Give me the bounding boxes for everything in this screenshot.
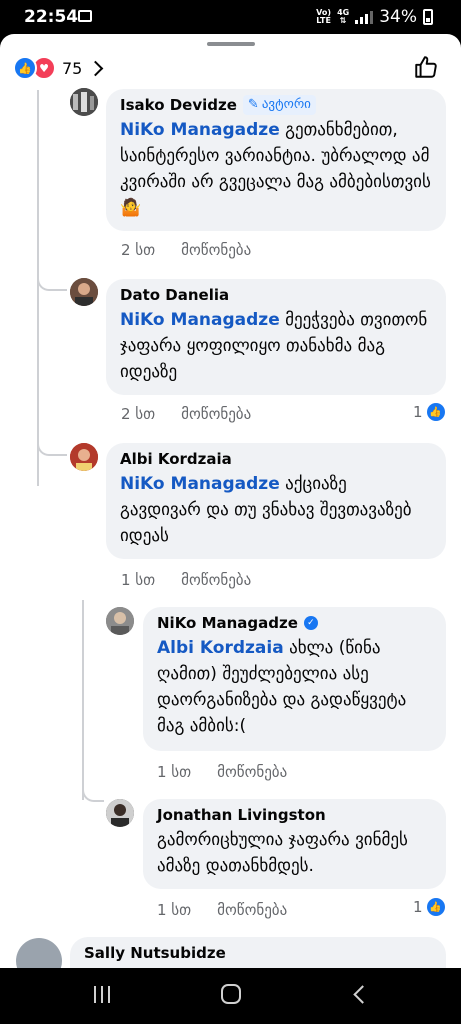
comment-time: 2 სთ <box>121 241 156 259</box>
comment-like-count[interactable]: 1 👍 <box>413 898 445 916</box>
comment-bubble[interactable]: Isako Devidze ✎ ავტორი NiKo Managadze გე… <box>106 89 446 231</box>
author-badge-label: ავტორი <box>261 97 311 112</box>
author-name[interactable]: NiKo Managadze <box>157 613 298 633</box>
mention-link[interactable]: NiKo Managadze <box>120 474 280 494</box>
comment-author[interactable]: Dato Danelia <box>120 285 432 305</box>
status-bar: 22:54 Vo) LTE 4G ⇅ 34% <box>0 0 461 34</box>
comment-bubble[interactable]: NiKo Managadze ✓ Albi Kordzaia ახლა (წინ… <box>143 607 446 751</box>
author-badge: ✎ ავტორი <box>242 95 316 115</box>
comment-author[interactable]: Isako Devidze ✎ ავტორი <box>120 95 432 115</box>
navigation-bar <box>0 968 461 1024</box>
like-reaction-icon: 👍 <box>13 56 37 80</box>
verified-badge-icon: ✓ <box>303 616 318 630</box>
chevron-right-icon <box>88 60 104 76</box>
comment-author[interactable]: Jonathan Livingston <box>157 805 432 825</box>
comment-time: 1 სთ <box>157 763 192 781</box>
like-count: 1 <box>413 898 423 916</box>
comment-author[interactable]: Sally Nutsubidze <box>84 943 432 963</box>
reactions-summary[interactable]: 👍 ♥ 75 <box>13 56 104 80</box>
mention-link[interactable]: NiKo Managadze <box>120 120 280 140</box>
comment-bubble[interactable]: Albi Kordzaia NiKo Managadze აქციაზე გავ… <box>106 443 446 559</box>
avatar[interactable] <box>106 607 134 635</box>
pencil-icon: ✎ <box>247 97 259 112</box>
comment-actions: 1 სთ მოწონება <box>157 763 287 781</box>
comment-time: 2 სთ <box>121 405 156 423</box>
author-name[interactable]: Jonathan Livingston <box>157 805 326 825</box>
home-button[interactable] <box>221 984 241 1004</box>
like-comment-button[interactable]: მოწონება <box>217 763 287 781</box>
avatar[interactable] <box>70 88 98 116</box>
thread-connector <box>82 790 104 802</box>
like-comment-button[interactable]: მოწონება <box>181 241 251 259</box>
comment-bubble[interactable]: Sally Nutsubidze <box>70 937 446 968</box>
comment-bubble[interactable]: Jonathan Livingston გამორიცხულია ჯაფარა … <box>143 799 446 889</box>
comment-actions: 1 სთ მოწონება <box>121 571 251 589</box>
author-name[interactable]: Sally Nutsubidze <box>84 943 226 963</box>
data-arrows-icon: ⇅ <box>339 16 347 25</box>
comment-time: 1 სთ <box>121 571 156 589</box>
signal-icon <box>355 10 374 24</box>
comment-actions: 2 სთ მოწონება <box>121 405 251 423</box>
gallery-notification-icon <box>78 10 92 22</box>
like-comment-button[interactable]: მოწონება <box>181 405 251 423</box>
like-comment-button[interactable]: მოწონება <box>181 571 251 589</box>
comment-author[interactable]: NiKo Managadze ✓ <box>157 613 432 633</box>
comments-sheet: 👍 ♥ 75 Isako Devidze ✎ ავტორი NiKo Manag… <box>0 34 461 968</box>
like-comment-button[interactable]: მოწონება <box>217 901 287 919</box>
comment-text: NiKo Managadze მეეჭვება თვითონ ჯაფარა ყო… <box>120 307 432 385</box>
lte-label: LTE <box>316 16 331 25</box>
thread-connector <box>37 279 67 291</box>
like-count: 1 <box>413 403 423 421</box>
battery-icon <box>423 9 433 25</box>
comment-text: Albi Kordzaia ახლა (წინა ღამით) შეუძლებე… <box>157 635 432 739</box>
back-button[interactable] <box>353 985 372 1004</box>
network-type-indicator: 4G ⇅ <box>337 9 349 25</box>
status-indicators: Vo) LTE 4G ⇅ 34% <box>316 7 433 27</box>
comment-actions: 1 სთ მოწონება <box>157 901 287 919</box>
like-post-icon[interactable] <box>413 54 439 84</box>
author-name[interactable]: Albi Kordzaia <box>120 449 232 469</box>
like-reaction-icon: 👍 <box>426 898 445 916</box>
comment-text: NiKo Managadze გეთანხმებით, საინტერესო ვ… <box>120 117 432 221</box>
comment-bubble[interactable]: Dato Danelia NiKo Managadze მეეჭვება თვი… <box>106 279 446 395</box>
comment-text: NiKo Managadze აქციაზე გავდივარ და თუ ვნ… <box>120 471 432 549</box>
volte-indicator: Vo) LTE <box>316 9 331 25</box>
author-name[interactable]: Isako Devidze <box>120 95 237 115</box>
comment-like-count[interactable]: 1 👍 <box>413 403 445 421</box>
comment-time: 1 სთ <box>157 901 192 919</box>
comment-actions: 2 სთ მოწონება <box>121 241 251 259</box>
like-reaction-icon: 👍 <box>426 403 445 421</box>
mention-link[interactable]: NiKo Managadze <box>120 310 280 330</box>
author-name[interactable]: Dato Danelia <box>120 285 229 305</box>
mention-link[interactable]: Albi Kordzaia <box>157 638 284 658</box>
status-time: 22:54 <box>24 7 79 27</box>
battery-percent: 34% <box>379 7 417 27</box>
thread-connector <box>37 444 67 456</box>
avatar[interactable] <box>70 443 98 471</box>
recent-apps-button[interactable] <box>94 986 110 1003</box>
avatar[interactable] <box>70 278 98 306</box>
avatar[interactable] <box>106 799 134 827</box>
drag-handle[interactable] <box>207 42 255 46</box>
avatar[interactable] <box>16 938 62 968</box>
comment-text: გამორიცხულია ჯაფარა ვინმეს ამაზე დათანხმ… <box>157 830 408 876</box>
thread-line <box>37 90 39 486</box>
comment-author[interactable]: Albi Kordzaia <box>120 449 432 469</box>
reaction-count: 75 <box>62 58 83 78</box>
thread-line-nested <box>82 600 84 800</box>
